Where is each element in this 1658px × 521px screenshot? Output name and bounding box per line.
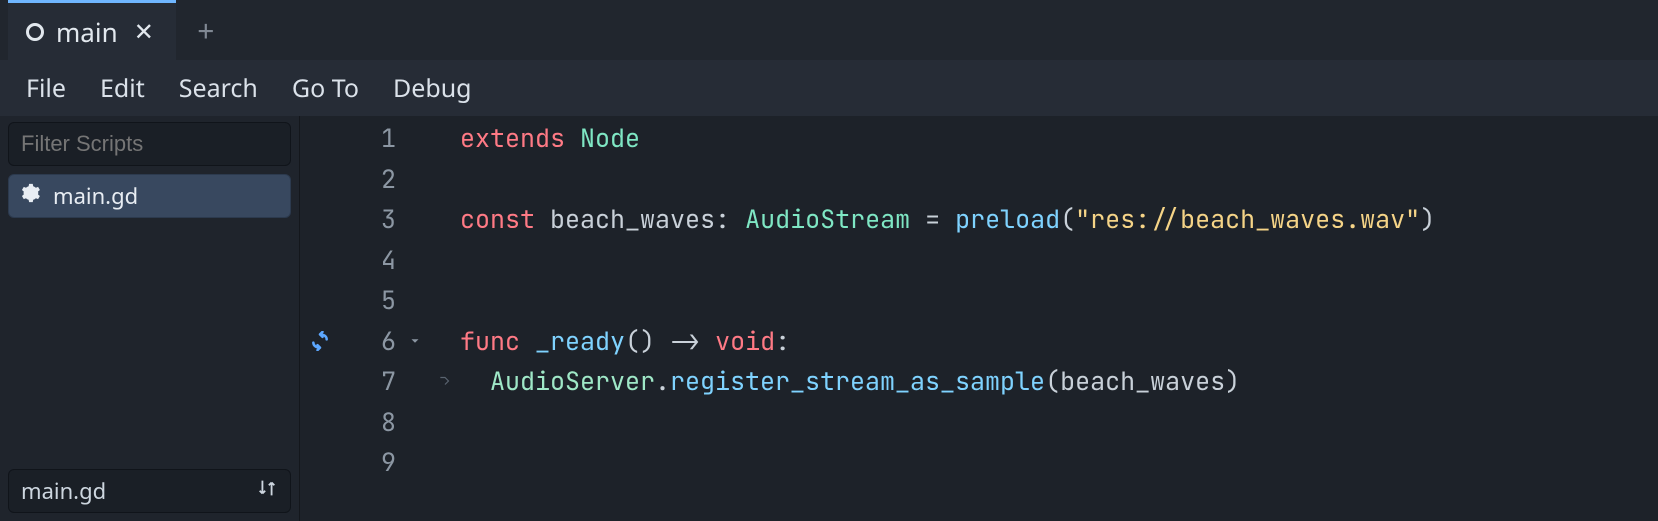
code-line: 9	[300, 442, 1658, 483]
code-line: 8	[300, 402, 1658, 443]
method-override-icon[interactable]	[300, 331, 340, 351]
menu-bar: File Edit Search Go To Debug	[0, 60, 1658, 116]
sort-icon[interactable]	[256, 476, 278, 506]
menu-goto[interactable]: Go To	[292, 71, 359, 105]
filter-scripts-input[interactable]	[21, 131, 309, 157]
menu-edit[interactable]: Edit	[100, 71, 145, 105]
code-line: 7 AudioServer.register_stream_as_sample(…	[300, 361, 1658, 402]
line-number: 6	[340, 321, 400, 362]
indent-guide-icon	[430, 374, 460, 388]
menu-file[interactable]: File	[26, 71, 66, 105]
code-line: 3 const beach_waves: AudioStream = prelo…	[300, 199, 1658, 240]
line-number: 1	[340, 118, 400, 159]
line-number: 4	[340, 240, 400, 281]
code-line: 6 func _ready() -> void:	[300, 321, 1658, 362]
sidebar-bottom-bar: main.gd	[8, 469, 291, 513]
line-number: 8	[340, 402, 400, 443]
script-item-label: main.gd	[53, 181, 138, 211]
script-list: main.gd	[8, 174, 291, 463]
code-editor[interactable]: 1 extends Node 2 3 const beach_waves: Au…	[300, 116, 1658, 521]
line-number: 7	[340, 361, 400, 402]
unsaved-indicator-icon	[26, 23, 44, 41]
gear-icon	[19, 181, 41, 211]
filter-scripts-box[interactable]	[8, 122, 291, 166]
code-line: 4	[300, 240, 1658, 281]
tab-bar: main ✕ +	[0, 0, 1658, 60]
tab-main[interactable]: main ✕	[8, 0, 176, 60]
line-number: 5	[340, 280, 400, 321]
menu-debug[interactable]: Debug	[393, 71, 472, 105]
menu-search[interactable]: Search	[179, 71, 258, 105]
close-tab-icon[interactable]: ✕	[130, 15, 158, 48]
code-line: 2	[300, 159, 1658, 200]
script-item-main[interactable]: main.gd	[8, 174, 291, 218]
line-number: 2	[340, 159, 400, 200]
script-sidebar: main.gd main.gd	[0, 116, 300, 521]
add-tab-button[interactable]: +	[176, 0, 236, 60]
tab-title: main	[56, 14, 118, 50]
fold-icon[interactable]	[400, 334, 430, 348]
line-number: 3	[340, 199, 400, 240]
line-number: 9	[340, 442, 400, 483]
code-line: 5	[300, 280, 1658, 321]
editor-rows: 1 extends Node 2 3 const beach_waves: Au…	[300, 118, 1658, 521]
code-line: 1 extends Node	[300, 118, 1658, 159]
bottom-script-label: main.gd	[21, 476, 106, 506]
